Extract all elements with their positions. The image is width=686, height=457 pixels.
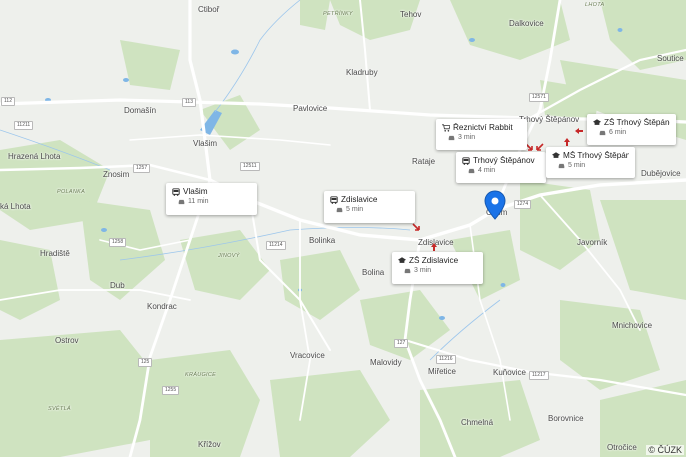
car-icon — [558, 163, 565, 169]
destination-card[interactable]: MŠ Trhový Štěpán... 5 min — [546, 147, 635, 178]
road-number: 1274 — [514, 200, 532, 209]
place-label: Kondrac — [147, 302, 177, 311]
car-icon — [404, 268, 411, 274]
road-number: 11217 — [529, 371, 549, 380]
destination-card[interactable]: Trhový Štěpánov 4 min — [456, 152, 546, 183]
place-label: ká Lhota — [0, 202, 31, 211]
place-label: Soutice — [657, 54, 684, 63]
school-icon — [593, 119, 601, 126]
place-label: SVĚTLÁ — [48, 406, 71, 412]
car-icon — [178, 199, 185, 205]
place-label: KRÁUGICE — [185, 372, 217, 378]
direction-arrow-icon — [431, 243, 437, 251]
place-label: Rataje — [412, 157, 436, 166]
destination-card[interactable]: Vlašim 11 min — [166, 183, 257, 215]
bus-icon — [330, 195, 338, 204]
place-label: Domašín — [124, 106, 157, 115]
road-number: 113 — [182, 98, 196, 107]
place-label: LHOTA — [585, 2, 605, 8]
place-label: Otročice — [607, 443, 637, 452]
car-icon — [448, 135, 455, 141]
destination-card[interactable]: ZŠ Trhový Štěpánov 6 min — [587, 114, 676, 145]
place-label: Bolinka — [309, 236, 336, 245]
place-label: Hradiště — [40, 249, 70, 258]
school-icon — [398, 257, 406, 264]
direction-arrow-icon — [564, 138, 570, 146]
road-number: 1258 — [109, 238, 127, 247]
place-label: Mnichovice — [612, 321, 653, 330]
car-icon — [468, 168, 475, 174]
place-label: Vracovice — [290, 351, 325, 360]
place-label: JINOVÝ — [218, 253, 240, 259]
place-label: Malovidy — [370, 358, 402, 367]
place-label: Trhový Štěpánov — [519, 115, 580, 124]
road-number: 1257 — [133, 164, 151, 173]
place-label: Chmelná — [461, 418, 494, 427]
place-label: Vlašim — [193, 139, 218, 148]
place-label: Ostrov — [55, 336, 79, 345]
car-icon — [599, 130, 606, 136]
place-label: Tehov — [400, 10, 422, 19]
destination-card[interactable]: ZŠ Zdislavice 3 min — [392, 252, 483, 284]
school-icon — [552, 152, 560, 159]
map-view[interactable]: Ctiboř PETŘÍNKY Tehov Dalkovice LHOTA So… — [0, 0, 686, 457]
place-label: Pavlovice — [293, 104, 328, 113]
destination-card[interactable]: Zdislavice 5 min — [324, 191, 415, 223]
destination-name: Vlašim — [183, 187, 208, 196]
cart-icon — [442, 123, 450, 132]
destination-eta: 3 min — [414, 267, 432, 274]
place-label: Znosim — [103, 170, 130, 179]
place-label: POLANKA — [57, 189, 86, 195]
destination-card[interactable]: Řeznictví Rabbit 3 min — [436, 119, 527, 150]
destination-eta: 3 min — [458, 134, 476, 141]
destination-eta: 6 min — [609, 129, 627, 136]
destination-name: MŠ Trhový Štěpán... — [563, 151, 629, 160]
place-label: Javorník — [577, 238, 608, 247]
destination-eta: 5 min — [346, 206, 364, 213]
destination-eta: 5 min — [568, 162, 586, 169]
bus-icon — [462, 156, 470, 165]
road-number: 12571 — [529, 93, 549, 102]
place-label: Dalkovice — [509, 19, 544, 28]
road-number: 112 — [1, 97, 15, 106]
direction-arrow-icon — [575, 128, 583, 134]
destination-eta: 11 min — [188, 198, 209, 205]
place-label: Křížov — [198, 440, 221, 449]
road-number: 125 — [138, 358, 153, 367]
road-number: 11214 — [266, 241, 286, 250]
destination-name: ZŠ Zdislavice — [409, 256, 459, 265]
place-label: Dubějovice — [641, 169, 681, 178]
destination-name: Zdislavice — [341, 195, 378, 204]
direction-arrow-icon — [536, 143, 544, 151]
place-label: Bolina — [362, 268, 385, 277]
destination-name: Trhový Štěpánov — [473, 156, 535, 165]
place-label: Hrazená Lhota — [8, 152, 61, 161]
place-label: Kladruby — [346, 68, 378, 77]
destination-eta: 4 min — [478, 167, 496, 174]
road-number: 1255 — [162, 386, 180, 395]
road-number: 127 — [394, 339, 409, 348]
road-number: 11216 — [436, 355, 456, 364]
destination-name: ZŠ Trhový Štěpánov — [604, 118, 670, 127]
place-label: Miřetice — [428, 367, 457, 376]
place-label: Ctiboř — [198, 5, 220, 14]
place-label: Borovnice — [548, 414, 584, 423]
bus-icon — [172, 187, 180, 196]
place-label: Kuňovice — [493, 368, 526, 377]
car-icon — [336, 207, 343, 213]
road-number: 12511 — [240, 162, 260, 171]
road-number: 11211 — [14, 121, 34, 130]
map-copyright: © ČÚZK — [646, 445, 684, 455]
destination-name: Řeznictví Rabbit — [453, 123, 513, 132]
direction-arrow-icon — [412, 223, 420, 231]
map-base — [0, 0, 686, 457]
place-label: PETŘÍNKY — [323, 11, 353, 17]
location-pin-icon[interactable] — [484, 190, 506, 220]
place-label: Dub — [110, 281, 125, 290]
